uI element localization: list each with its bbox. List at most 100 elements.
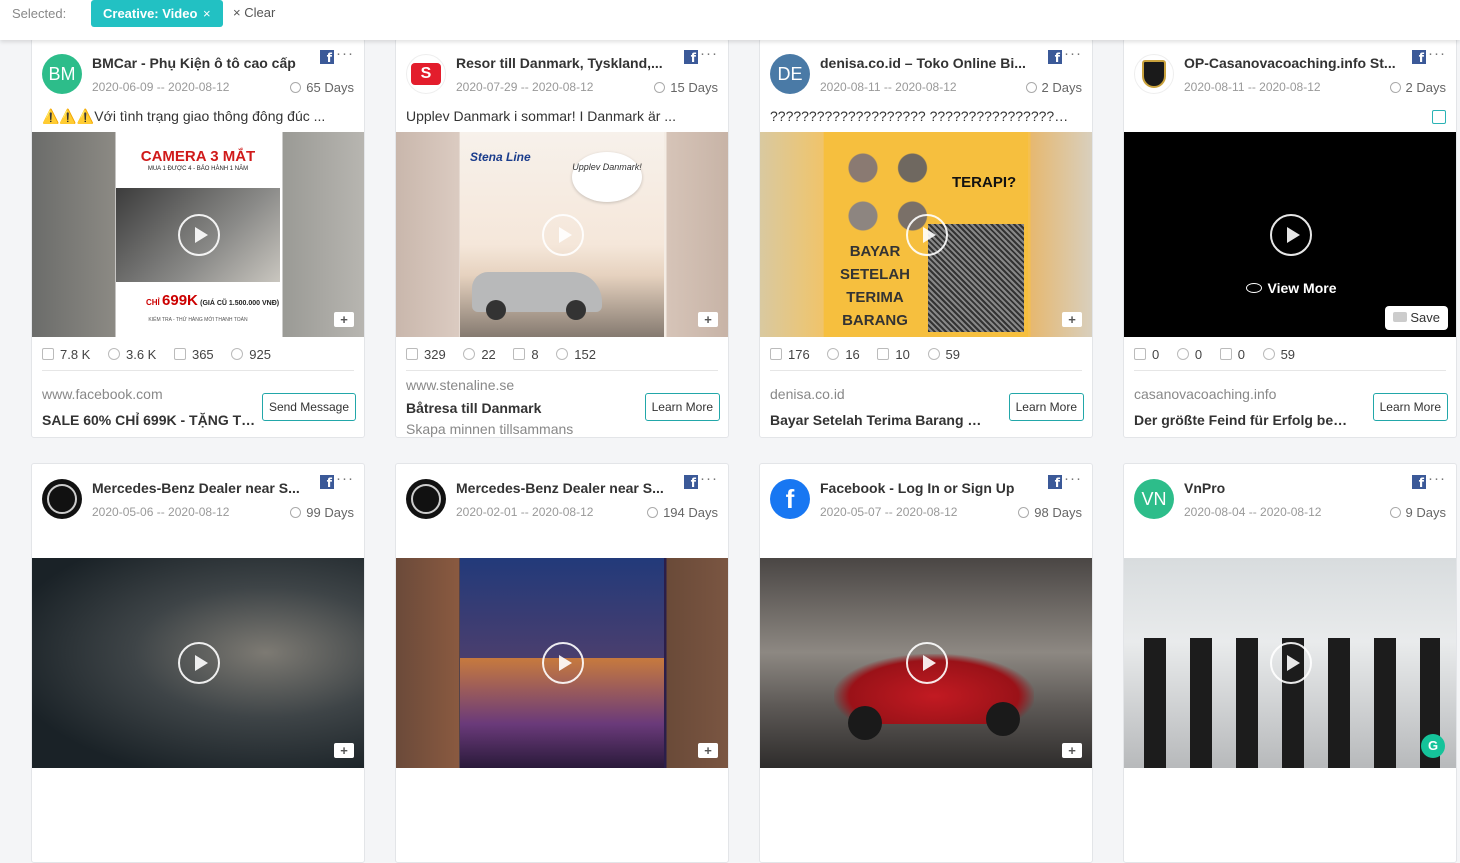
ad-video-thumbnail[interactable]: Stena Line Upplev Danmark! +	[396, 132, 728, 337]
advertiser-name[interactable]: denisa.co.id – Toko Online Bi...	[820, 55, 1040, 71]
share-icon	[877, 348, 890, 360]
ad-card[interactable]: f Facebook - Log In or Sign Up f ··· 202…	[759, 463, 1093, 863]
ad-video-thumbnail[interactable]: +	[760, 558, 1092, 768]
advertiser-name[interactable]: VnPro	[1184, 480, 1404, 496]
grammarly-icon[interactable]: G	[1421, 734, 1445, 758]
play-icon[interactable]	[1270, 214, 1312, 256]
play-icon[interactable]	[542, 214, 584, 256]
facebook-badge-icon: f	[1412, 50, 1426, 64]
ad-date-range: 2020-05-07 -- 2020-08-12	[820, 505, 958, 519]
facebook-badge-icon: f	[320, 475, 334, 489]
ad-date-range: 2020-08-11 -- 2020-08-12	[820, 80, 957, 94]
save-button[interactable]: Save	[1385, 306, 1448, 330]
ad-duration-value: 98 Days	[1034, 505, 1082, 520]
ad-headline: SALE 60% CHỈ 699K - TẶNG TH...	[42, 412, 258, 428]
add-to-folder-icon[interactable]: +	[1062, 312, 1082, 327]
landing-domain[interactable]: www.facebook.com	[42, 386, 163, 402]
add-to-folder-icon[interactable]: +	[698, 312, 718, 327]
creative-speech-bubble: Upplev Danmark!	[572, 152, 642, 202]
filter-chip-creative-video[interactable]: Creative: Video ×	[91, 0, 223, 27]
add-to-folder-icon[interactable]: +	[334, 312, 354, 327]
ad-card[interactable]: VN VnPro f ··· 2020-08-04 -- 2020-08-12 …	[1123, 463, 1457, 863]
view-count: 59	[1280, 347, 1296, 362]
ad-text: ???????????????????? ????????????????..?…	[770, 108, 1070, 124]
play-icon[interactable]	[178, 642, 220, 684]
more-dots-icon[interactable]: ···	[1064, 45, 1082, 62]
landing-domain[interactable]: casanovacoaching.info	[1134, 386, 1276, 402]
landing-domain[interactable]: denisa.co.id	[770, 386, 845, 402]
add-to-folder-icon	[1393, 312, 1408, 322]
ad-video-thumbnail[interactable]: +	[396, 558, 728, 768]
add-to-folder-icon[interactable]: +	[334, 743, 354, 758]
creative-line-2: SETELAH	[839, 266, 910, 283]
ad-video-thumbnail[interactable]	[1124, 558, 1456, 768]
ad-video-thumbnail[interactable]: TERAPI? BAYAR SETELAH TERIMA BARANG +	[760, 132, 1092, 337]
engagement-stats: 0 0 0 59	[1134, 347, 1309, 362]
share-icon	[173, 348, 186, 360]
play-icon[interactable]	[1270, 642, 1312, 684]
view-icon	[1262, 348, 1275, 360]
advertiser-name[interactable]: Resor till Danmark, Tyskland,...	[456, 55, 676, 71]
play-icon[interactable]	[542, 642, 584, 684]
clear-filters-button[interactable]: × Clear	[233, 5, 275, 20]
more-dots-icon[interactable]: ···	[1428, 470, 1446, 487]
share-icon	[1219, 348, 1232, 360]
add-to-folder-icon[interactable]: +	[698, 743, 718, 758]
view-count: 152	[574, 347, 596, 362]
ad-date-range: 2020-08-11 -- 2020-08-12	[1184, 80, 1321, 94]
ad-duration-value: 15 Days	[670, 80, 718, 95]
creative-price-prefix: CHỈ	[146, 298, 160, 307]
more-dots-icon[interactable]: ···	[700, 45, 718, 62]
like-icon	[1134, 348, 1146, 360]
ad-date-range: 2020-06-09 -- 2020-08-12	[92, 80, 230, 94]
more-dots-icon[interactable]: ···	[336, 470, 354, 487]
more-dots-icon[interactable]: ···	[700, 470, 718, 487]
ad-card[interactable]: DE denisa.co.id – Toko Online Bi... f ··…	[759, 38, 1093, 438]
ad-duration-value: 2 Days	[1405, 80, 1446, 95]
cta-button[interactable]: Send Message	[261, 393, 356, 421]
ad-card[interactable]: BM BMCar - Phụ Kiện ô tô cao cấp f ··· 2…	[31, 38, 365, 438]
clock-icon	[1389, 507, 1401, 518]
avatar	[1134, 54, 1174, 94]
clock-icon	[1025, 82, 1037, 93]
ad-card[interactable]: Mercedes-Benz Dealer near S... f ··· 202…	[31, 463, 365, 863]
ad-duration: 2 Days	[1389, 80, 1446, 95]
ad-video-thumbnail[interactable]: +	[32, 558, 364, 768]
ad-date-range: 2020-02-01 -- 2020-08-12	[456, 505, 594, 519]
ad-card[interactable]: S Resor till Danmark, Tyskland,... f ···…	[395, 38, 729, 438]
facebook-badge-icon: f	[684, 475, 698, 489]
advertiser-name[interactable]: Mercedes-Benz Dealer near S...	[92, 480, 312, 496]
cta-button[interactable]: Learn More	[1008, 393, 1084, 421]
ad-headline: Båtresa till Danmark	[406, 400, 542, 416]
save-label: Save	[1410, 310, 1440, 325]
cta-button[interactable]: Learn More	[1372, 393, 1448, 421]
copy-icon[interactable]	[1432, 110, 1446, 124]
ad-video-thumbnail[interactable]: View More Save	[1124, 132, 1456, 337]
cta-button[interactable]: Learn More	[644, 393, 720, 421]
advertiser-name[interactable]: OP-Casanovacoaching.info St...	[1184, 55, 1404, 71]
play-icon[interactable]	[906, 214, 948, 256]
more-dots-icon[interactable]: ···	[336, 45, 354, 62]
ad-video-thumbnail[interactable]: CAMERA 3 MẮT MUA 1 ĐƯỢC 4 - BẢO HÀNH 1 N…	[32, 132, 364, 337]
avatar: S	[406, 54, 446, 94]
ad-card[interactable]: OP-Casanovacoaching.info St... f ··· 202…	[1123, 38, 1457, 438]
add-to-folder-icon[interactable]: +	[1062, 743, 1082, 758]
avatar: BM	[42, 54, 82, 94]
landing-domain[interactable]: www.stenaline.se	[406, 377, 514, 393]
play-icon[interactable]	[906, 642, 948, 684]
advertiser-name[interactable]: Mercedes-Benz Dealer near S...	[456, 480, 676, 496]
avatar	[406, 479, 446, 519]
clock-icon	[1018, 507, 1030, 518]
ad-card[interactable]: Mercedes-Benz Dealer near S... f ··· 202…	[395, 463, 729, 863]
play-icon[interactable]	[178, 214, 220, 256]
ad-duration: 15 Days	[654, 80, 718, 95]
like-count: 176	[788, 347, 810, 362]
more-dots-icon[interactable]: ···	[1064, 470, 1082, 487]
view-more-link[interactable]: View More	[1124, 280, 1456, 296]
ad-duration-value: 65 Days	[306, 80, 354, 95]
advertiser-name[interactable]: BMCar - Phụ Kiện ô tô cao cấp	[92, 55, 312, 71]
more-dots-icon[interactable]: ···	[1428, 45, 1446, 62]
chip-remove-icon[interactable]: ×	[203, 6, 211, 21]
advertiser-name[interactable]: Facebook - Log In or Sign Up	[820, 480, 1040, 496]
ad-duration: 2 Days	[1025, 80, 1082, 95]
